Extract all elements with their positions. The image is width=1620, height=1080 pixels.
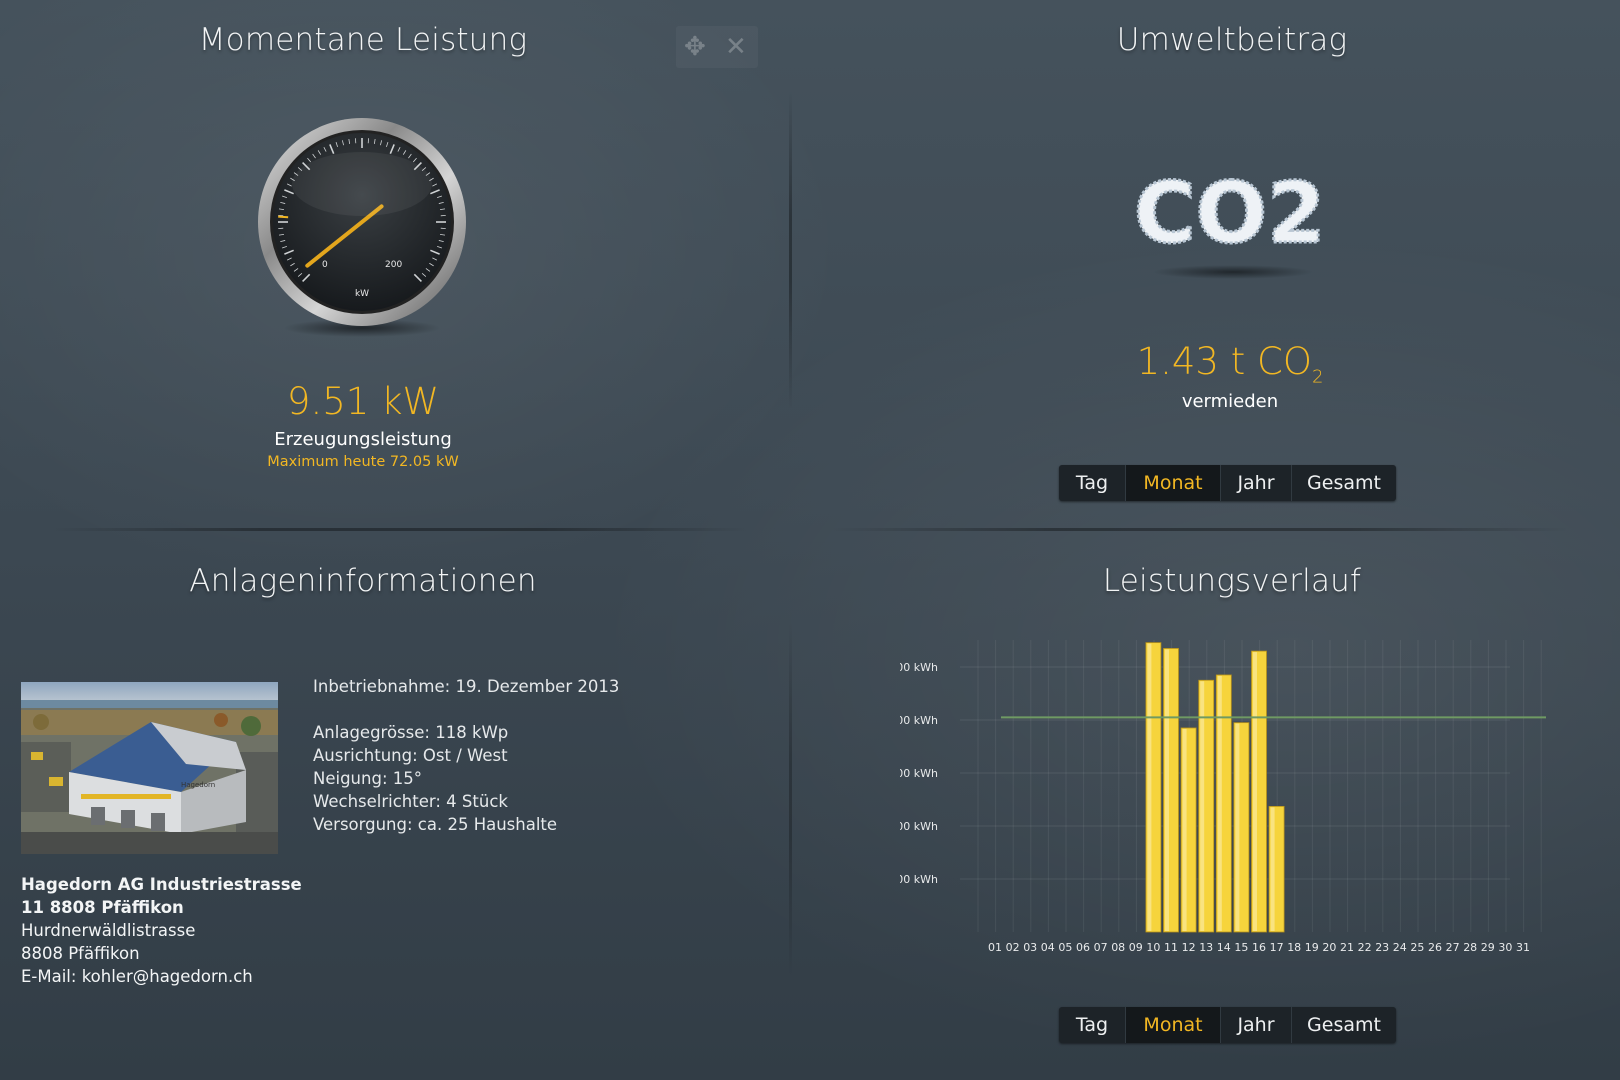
vertical-divider-bottom — [789, 620, 792, 980]
x-tick-label: 19 — [1305, 941, 1319, 954]
y-tick-label: 300 kWh — [900, 767, 938, 780]
gauge-tick-label-min: 0 — [322, 260, 328, 270]
x-tick-label: 23 — [1375, 941, 1389, 954]
co2-tab-jahr[interactable]: Jahr — [1221, 465, 1292, 501]
x-tick-label: 25 — [1410, 941, 1424, 954]
y-tick-label: 100 kWh — [900, 873, 938, 886]
power-widget-title: Momentane Leistung — [198, 22, 528, 58]
y-tick-label: 400 kWh — [900, 714, 938, 727]
widget-controls: ✥ ✕ — [676, 26, 758, 68]
history-tab-gesamt[interactable]: Gesamt — [1292, 1007, 1396, 1043]
x-tick-label: 17 — [1270, 941, 1284, 954]
plant-size: Anlagegrösse: 118 kWp — [313, 723, 509, 742]
x-tick-label: 06 — [1076, 941, 1090, 954]
history-tab-tag[interactable]: Tag — [1059, 1007, 1126, 1043]
power-label: Erzeugungsleistung — [274, 429, 452, 450]
address-street: Hurdnerwäldlistrasse — [21, 921, 196, 940]
bar-highlight — [1165, 649, 1169, 931]
x-tick-label: 02 — [1006, 941, 1020, 954]
x-tick-label: 30 — [1498, 941, 1512, 954]
x-tick-label: 08 — [1111, 941, 1125, 954]
max-today: Maximum heute 72.05 kW — [267, 454, 459, 470]
x-tick-label: 26 — [1428, 941, 1442, 954]
x-tick-label: 12 — [1182, 941, 1196, 954]
gauge-tick-label-mid: 200 — [385, 260, 402, 270]
co2-value: 1.43 t CO2 — [1080, 340, 1380, 387]
x-tick-label: 24 — [1393, 941, 1407, 954]
x-tick-label: 31 — [1516, 941, 1530, 954]
x-tick-label: 09 — [1129, 941, 1143, 954]
plant-inverters: Wechselrichter: 4 Stück — [313, 792, 508, 811]
vertical-divider-top — [789, 90, 792, 410]
address-company: Hagedorn AG Industriestrasse — [21, 875, 302, 894]
chart-x-tick-labels: 01 02 03 04 05 06 07 08 09 10 11 12 13 14 15 16 17 18 19 20… — [988, 941, 1530, 954]
plant-orientation: Ausrichtung: Ost / West — [313, 746, 508, 765]
co2-widget-title: Umweltbeitrag — [1116, 22, 1348, 58]
chart-y-tick-labels: 100 kWh 200 kWh 300 kWh 400 kWh 500 kWh — [900, 661, 938, 886]
plant-address: Hagedorn AG Industriestrasse 11 8808 Pfä… — [21, 873, 302, 988]
co2-value-main: 1.43 t CO — [1136, 340, 1312, 383]
bar-highlight — [1147, 643, 1152, 931]
x-tick-label: 29 — [1481, 941, 1495, 954]
history-bar-chart: 100 kWh 200 kWh 300 kWh 400 kWh 500 kWh 01 02… — [900, 640, 1546, 954]
co2-cloud-logo: CO2 — [1133, 163, 1327, 279]
history-widget-title: Leistungsverlauf — [1102, 563, 1362, 599]
bar-highlight — [1200, 681, 1205, 931]
co2-tab-monat[interactable]: Monat — [1126, 465, 1221, 501]
co2-logo-text: CO2 — [1134, 164, 1326, 262]
x-tick-label: 21 — [1340, 941, 1354, 954]
history-tab-monat[interactable]: Monat — [1126, 1007, 1221, 1043]
commissioning-date: Inbetriebnahme: 19. Dezember 2013 — [313, 677, 620, 696]
address-company-line2: 11 8808 Pfäffikon — [21, 898, 184, 917]
x-tick-label: 18 — [1287, 941, 1301, 954]
bar-highlight — [1182, 728, 1187, 931]
plant-widget-title: Anlageninformationen — [189, 563, 537, 599]
x-tick-label: 28 — [1463, 941, 1477, 954]
contact-email[interactable]: E-Mail: kohler@hagedorn.ch — [21, 965, 302, 988]
co2-label: vermieden — [1181, 391, 1279, 412]
x-tick-label: 10 — [1146, 941, 1160, 954]
gauge-max-marker — [278, 215, 289, 219]
co2-period-tabs: Tag Monat Jahr Gesamt — [1059, 465, 1396, 501]
close-icon[interactable]: ✕ — [725, 32, 747, 62]
x-tick-label: 27 — [1446, 941, 1460, 954]
x-tick-label: 22 — [1358, 941, 1372, 954]
x-tick-label: 01 — [988, 941, 1002, 954]
x-tick-label: 20 — [1322, 941, 1336, 954]
horizontal-divider-right — [830, 528, 1570, 531]
x-tick-label: 04 — [1041, 941, 1055, 954]
history-tab-jahr[interactable]: Jahr — [1221, 1007, 1292, 1043]
move-icon[interactable]: ✥ — [684, 32, 706, 62]
bar-highlight — [1270, 807, 1275, 931]
bar-highlight — [1235, 723, 1240, 931]
co2-value-subscript: 2 — [1311, 366, 1324, 388]
co2-tab-tag[interactable]: Tag — [1059, 465, 1126, 501]
co2-tab-gesamt[interactable]: Gesamt — [1292, 465, 1396, 501]
address-city: 8808 Pfäffikon — [21, 944, 140, 963]
x-tick-label: 11 — [1164, 941, 1178, 954]
chart-bars — [1001, 642, 1546, 933]
history-period-tabs: Tag Monat Jahr Gesamt — [1059, 1007, 1396, 1043]
x-tick-label: 13 — [1199, 941, 1213, 954]
chart-grid — [960, 640, 1542, 932]
plant-tilt: Neigung: 15° — [313, 769, 422, 788]
photo-sign-text: Hagedorn — [181, 781, 215, 789]
x-tick-label: 03 — [1023, 941, 1037, 954]
bar-highlight — [1217, 675, 1222, 931]
power-gauge: 0 200 kW — [258, 118, 466, 337]
plant-details: Inbetriebnahme: 19. Dezember 2013 Anlage… — [313, 675, 619, 836]
plant-photo: Hagedorn — [21, 682, 278, 854]
x-tick-label: 15 — [1234, 941, 1248, 954]
y-tick-label: 500 kWh — [900, 661, 938, 674]
plant-supply: Versorgung: ca. 25 Haushalte — [313, 815, 558, 834]
y-tick-label: 200 kWh — [900, 820, 938, 833]
horizontal-divider-left — [50, 528, 750, 531]
x-tick-label: 05 — [1058, 941, 1072, 954]
x-tick-label: 07 — [1094, 941, 1108, 954]
x-tick-label: 14 — [1217, 941, 1231, 954]
power-value: 9.51 kW — [286, 380, 440, 423]
x-tick-label: 16 — [1252, 941, 1266, 954]
gauge-unit-label: kW — [355, 289, 369, 299]
bar-highlight — [1253, 652, 1257, 931]
